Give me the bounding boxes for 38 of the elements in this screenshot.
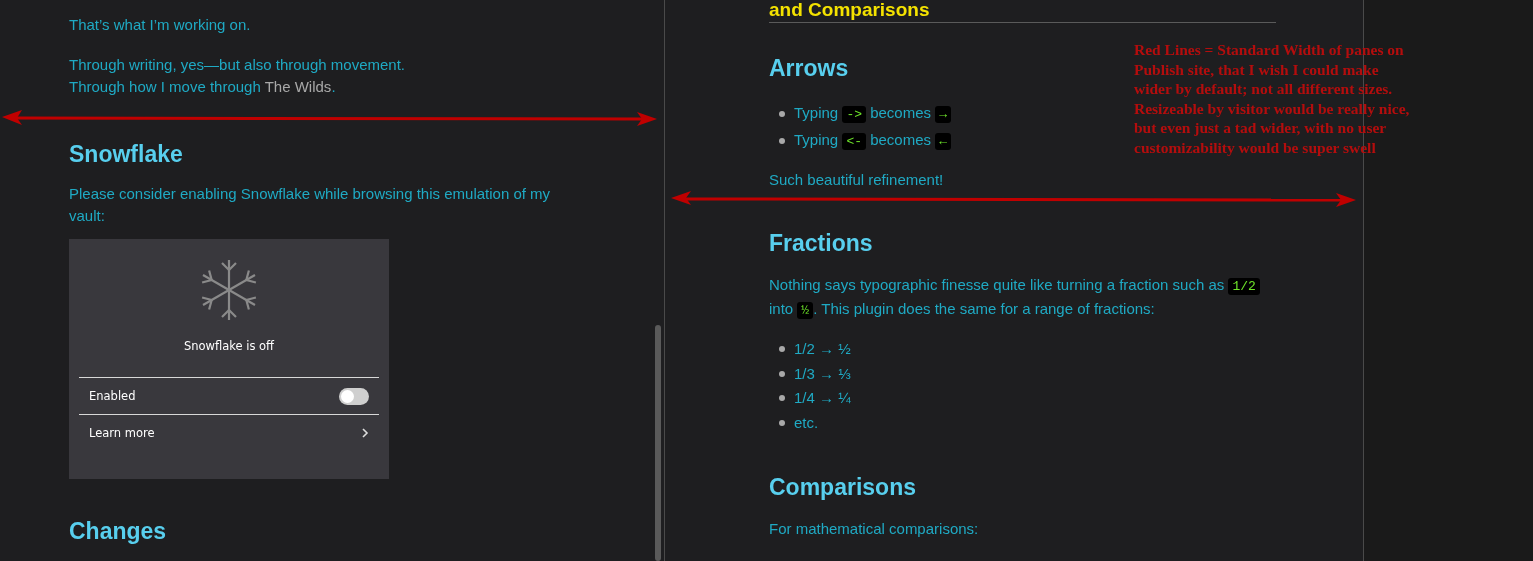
- paragraph: Nothing says typographic finesse quite like turning a fraction such as 1/2 into ½ . This plugin does the same for a range of fractions:: [769, 274, 1276, 322]
- bullet-dot: [779, 111, 785, 118]
- paragraph: Through writing, yes—but also through movement. Through how I move through The Wilds.: [69, 55, 406, 97]
- scrollbar[interactable]: [655, 325, 661, 561]
- list-item: Typing -> becomes →: [794, 101, 951, 128]
- setting-label: Enabled: [89, 388, 136, 405]
- bullet-dot: [779, 395, 785, 402]
- inline-code: →: [935, 106, 951, 123]
- list-item: 1/4 → ¼: [794, 388, 851, 408]
- paragraph: For mathematical comparisons:: [769, 519, 980, 539]
- bullet-dot: [779, 370, 785, 377]
- status-text: Snowflake is off: [182, 338, 276, 355]
- inline-code: 1/2: [1228, 278, 1260, 295]
- inline-code: ½: [797, 302, 814, 319]
- paragraph: Such beautiful refinement!: [769, 170, 945, 190]
- inline-code: <-: [842, 132, 866, 150]
- list-item: 1/2 → ½: [794, 339, 851, 359]
- page-heading: and Comparisons: [769, 0, 931, 20]
- chevron-right-icon: [361, 427, 369, 439]
- paragraph: That’s what I’m working on.: [69, 15, 252, 35]
- note-link[interactable]: The Wilds: [264, 78, 332, 95]
- bullet-dot: [779, 346, 785, 353]
- inline-code: ←: [935, 132, 951, 150]
- section-heading: Arrows: [769, 54, 849, 82]
- toggle-switch[interactable]: [339, 387, 369, 405]
- learn-more-link[interactable]: Learn more: [89, 422, 155, 444]
- list-item: etc.: [794, 412, 819, 433]
- bullet-dot: [779, 419, 785, 426]
- section-heading: Snowflake: [69, 140, 183, 168]
- list-item: 1/3 → ⅓: [794, 363, 851, 384]
- inline-code: ->: [842, 106, 866, 123]
- section-heading: Fractions: [769, 229, 873, 257]
- paragraph: Please consider enabling Snowflake while browsing this emulation of my vault:: [69, 184, 552, 226]
- annotation-text: Red Lines = Standard Width of panes on Publish site, that I wish I could make wider by default; not all different sizes. Resizeable by visitor would be really nice, but even just a tad wider, with no user customizability would be super swell: [1134, 40, 1411, 158]
- list-item: Typing <- becomes ←: [794, 127, 951, 154]
- section-heading: Comparisons: [769, 473, 916, 501]
- section-heading: Changes: [69, 517, 167, 545]
- bullet-dot: [779, 137, 785, 144]
